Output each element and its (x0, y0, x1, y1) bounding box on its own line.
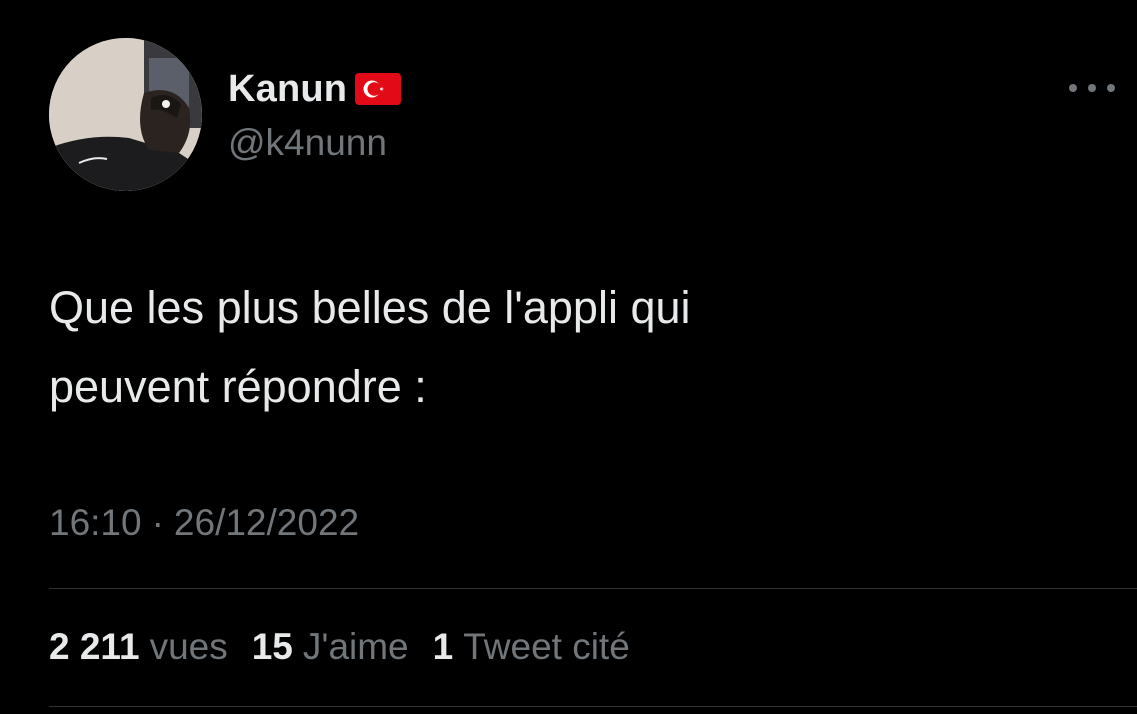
likes-label: J'aime (302, 626, 409, 667)
divider (49, 706, 1137, 707)
tweet-text: Que les plus belles de l'appli qui peuve… (49, 268, 1089, 426)
tweet-card: Kanun @k4nunn Que les plus belles de l'a… (0, 0, 1137, 714)
user-handle[interactable]: @k4nunn (228, 122, 401, 164)
timestamp-separator: · (151, 502, 164, 543)
tweet-text-line: peuvent répondre : (49, 361, 427, 412)
display-name-row: Kanun (228, 66, 402, 112)
dot (1069, 84, 1077, 92)
tweet-stats: 2 211 vues 15 J'aime 1 Tweet cité (49, 626, 630, 668)
quotes-stat[interactable]: 1 Tweet cité (433, 626, 630, 668)
likes-stat[interactable]: 15 J'aime (252, 626, 409, 668)
profile-photo-icon (49, 38, 202, 191)
tweet-date: 26/12/2022 (173, 502, 360, 543)
quotes-count: 1 (432, 626, 454, 667)
turkey-flag-icon (355, 73, 402, 105)
dot (1088, 84, 1096, 92)
avatar[interactable] (49, 38, 202, 191)
display-name[interactable]: Kanun (228, 68, 347, 111)
quotes-label: Tweet cité (463, 626, 630, 667)
views-count: 2 211 (49, 626, 140, 667)
views-stat[interactable]: 2 211 vues (49, 626, 228, 668)
tweet-timestamp[interactable]: 16:10 · 26/12/2022 (49, 502, 359, 544)
divider (49, 588, 1137, 589)
more-options-icon[interactable] (1069, 76, 1115, 100)
views-label: vues (149, 626, 228, 667)
likes-count: 15 (251, 626, 293, 667)
tweet-time: 16:10 (49, 502, 142, 543)
author-block: Kanun @k4nunn (228, 66, 402, 164)
dot (1107, 84, 1115, 92)
tweet-text-line: Que les plus belles de l'appli qui (49, 282, 691, 333)
